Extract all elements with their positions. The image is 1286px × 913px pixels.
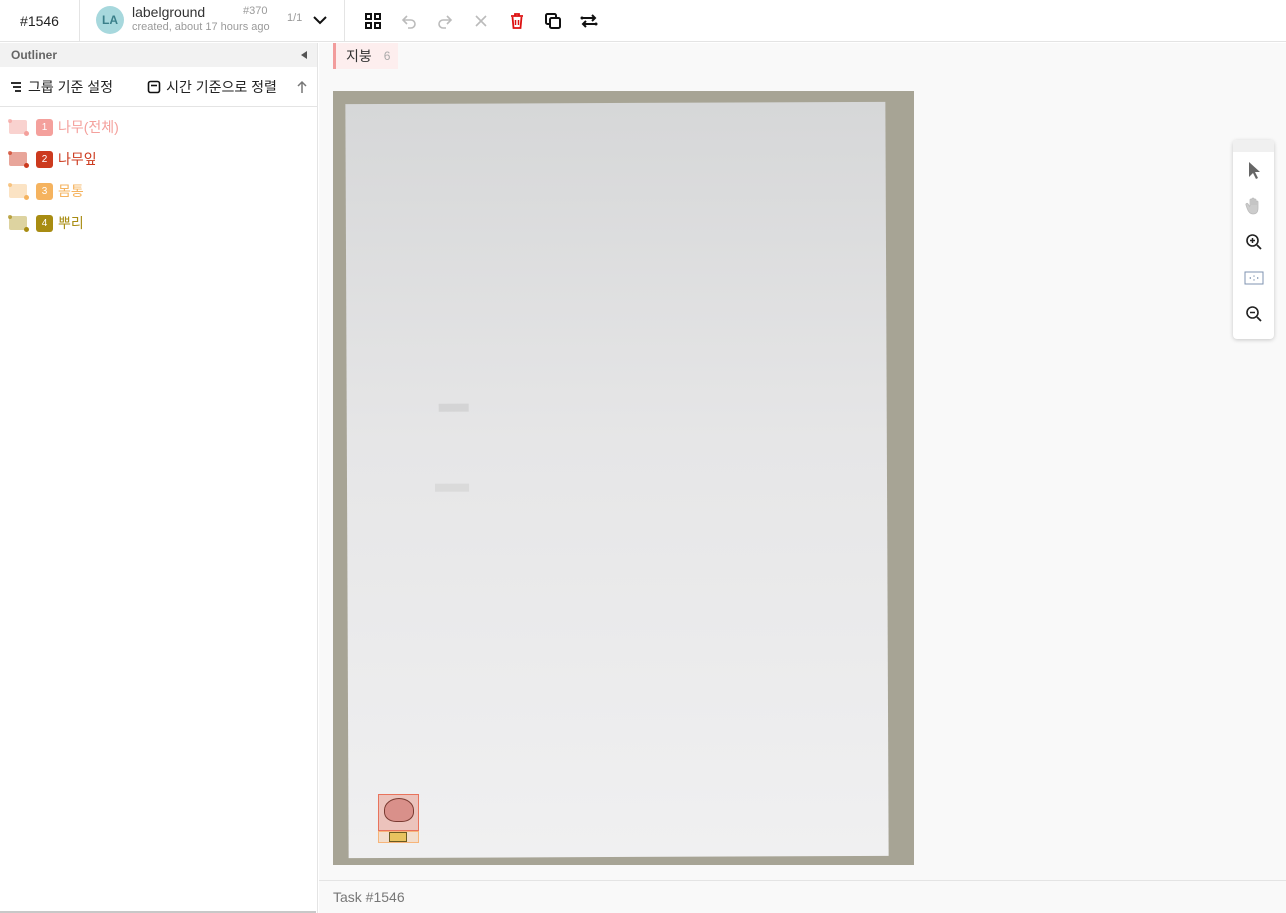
outliner-panel: Outliner 그룹 기준 설정 시간 기준으로 정렬 1 나무(전체) 2 … [0, 43, 318, 913]
sort-ascending-icon[interactable] [293, 78, 311, 96]
polygon-label-icon [8, 151, 29, 168]
avatar: LA [96, 6, 124, 34]
trunk-drawing [389, 832, 407, 842]
polygon-label-icon [8, 119, 29, 136]
fit-icon[interactable] [1233, 260, 1274, 296]
undo-icon[interactable] [391, 3, 427, 39]
class-tag-name: 지붕 [346, 48, 372, 64]
class-tag[interactable]: 지붕 6 [333, 43, 399, 69]
zoom-out-icon[interactable] [1233, 296, 1274, 332]
pan-icon[interactable] [1233, 188, 1274, 224]
trunk-bounding-box[interactable] [378, 831, 419, 843]
clock-box-icon [147, 80, 161, 93]
close-icon[interactable] [463, 3, 499, 39]
sort-controls: 그룹 기준 설정 시간 기준으로 정렬 [0, 67, 317, 107]
annotated-image[interactable] [333, 91, 914, 865]
annotator-name: labelground [132, 4, 206, 20]
sort-by-time-button[interactable]: 시간 기준으로 정렬 [147, 77, 277, 97]
canvas-area[interactable]: 지붕 6 [319, 43, 1286, 880]
redo-icon[interactable] [427, 3, 463, 39]
swap-icon[interactable] [571, 3, 607, 39]
page-count: 1/1 [287, 12, 303, 24]
status-footer: Task #1546 [319, 880, 1286, 913]
sort-label: 시간 기준으로 정렬 [166, 78, 277, 95]
grid-icon[interactable] [355, 3, 391, 39]
top-bar: #1546 LA labelground created, about 17 h… [0, 0, 1286, 42]
pencil-mark [435, 483, 470, 492]
outliner-header: Outliner [0, 43, 317, 67]
zoom-toolbar-handle[interactable] [1233, 140, 1274, 152]
class-tag-count: 6 [383, 49, 391, 63]
tree-crown-drawing [384, 798, 414, 822]
label-item[interactable]: 3 몸통 [0, 175, 317, 207]
label-name: 뿌리 [58, 215, 84, 231]
label-name: 나무(전체) [58, 119, 119, 135]
task-id: #1546 [0, 0, 80, 42]
pencil-mark [438, 403, 469, 412]
footer-task-label: Task #1546 [333, 889, 405, 905]
zoom-in-icon[interactable] [1233, 224, 1274, 260]
annotation-selector[interactable]: LA labelground created, about 17 hours a… [80, 0, 345, 42]
collapse-icon[interactable] [301, 51, 307, 59]
label-number: 4 [36, 214, 53, 232]
polygon-label-icon [8, 183, 29, 200]
toolbar [355, 0, 607, 42]
label-number: 1 [36, 118, 53, 136]
polygon-label-icon [8, 215, 29, 232]
paper-sheet [345, 101, 889, 859]
label-item[interactable]: 2 나무잎 [0, 143, 317, 175]
label-item[interactable]: 4 뿌리 [0, 207, 317, 239]
chevron-down-icon[interactable] [310, 10, 330, 30]
copy-icon[interactable] [535, 3, 571, 39]
label-number: 2 [36, 150, 53, 168]
tree-bounding-box[interactable] [378, 794, 419, 831]
label-name: 나무잎 [58, 151, 97, 167]
label-name: 몸통 [58, 183, 84, 199]
outliner-title: Outliner [11, 48, 58, 62]
label-item[interactable]: 1 나무(전체) [0, 111, 317, 143]
label-number: 3 [36, 182, 53, 200]
label-list: 1 나무(전체) 2 나무잎 3 몸통 4 뿌리 [0, 107, 317, 239]
group-by-label: 그룹 기준 설정 [28, 78, 114, 95]
select-icon[interactable] [1233, 152, 1274, 188]
zoom-toolbar [1233, 140, 1274, 339]
created-time: created, about 17 hours ago [132, 21, 270, 33]
list-icon [11, 81, 21, 92]
delete-icon[interactable] [499, 3, 535, 39]
annotation-id: #370 [243, 5, 268, 17]
group-by-button[interactable]: 그룹 기준 설정 [9, 77, 113, 97]
